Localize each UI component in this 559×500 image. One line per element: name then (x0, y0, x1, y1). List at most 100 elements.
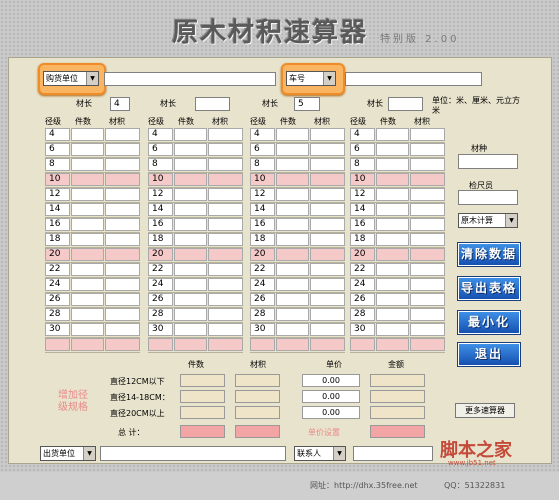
count-cell[interactable] (276, 143, 309, 156)
count-cell[interactable] (376, 308, 409, 321)
length-input-4[interactable] (388, 97, 423, 111)
truck-select[interactable]: 车号 ▼ (286, 71, 336, 86)
chevron-down-icon[interactable]: ▼ (86, 72, 98, 85)
diameter-cell[interactable]: 10 (250, 173, 275, 186)
more-calculators-button[interactable]: 更多速算器 (455, 403, 515, 418)
species-input[interactable] (458, 154, 518, 169)
volume-cell[interactable] (208, 233, 243, 246)
diameter-cell[interactable]: 8 (45, 158, 70, 171)
volume-cell[interactable] (105, 248, 140, 261)
diameter-cell[interactable]: 10 (45, 173, 70, 186)
minimize-button[interactable]: 最小化 (458, 311, 520, 334)
volume-cell[interactable] (310, 218, 345, 231)
chevron-down-icon[interactable]: ▼ (333, 447, 345, 460)
volume-cell[interactable] (310, 188, 345, 201)
volume-cell[interactable] (310, 158, 345, 171)
diameter-cell[interactable]: 22 (148, 263, 173, 276)
diameter-cell[interactable]: 14 (45, 203, 70, 216)
summary-price-1[interactable]: 0.00 (302, 374, 360, 387)
volume-cell[interactable] (410, 128, 445, 141)
count-cell[interactable] (174, 248, 207, 261)
volume-cell[interactable] (410, 263, 445, 276)
diameter-cell[interactable]: 14 (250, 203, 275, 216)
diameter-cell[interactable]: 8 (250, 158, 275, 171)
count-cell[interactable] (276, 248, 309, 261)
count-cell[interactable] (71, 128, 104, 141)
diameter-cell[interactable]: 12 (45, 188, 70, 201)
volume-cell[interactable] (310, 278, 345, 291)
chevron-down-icon[interactable]: ▼ (323, 72, 335, 85)
count-cell[interactable] (71, 173, 104, 186)
add-spec-link[interactable]: 增加径级规格 (58, 390, 90, 414)
diameter-cell[interactable]: 26 (45, 293, 70, 306)
volume-cell[interactable] (208, 263, 243, 276)
truck-input[interactable] (345, 72, 482, 86)
price-setting-link[interactable]: 单价设置 (308, 427, 340, 438)
diameter-cell[interactable]: 16 (148, 218, 173, 231)
diameter-cell[interactable]: 18 (148, 233, 173, 246)
diameter-cell[interactable]: 4 (148, 128, 173, 141)
volume-cell[interactable] (208, 203, 243, 216)
volume-cell[interactable] (208, 308, 243, 321)
volume-cell[interactable] (310, 143, 345, 156)
diameter-cell[interactable] (45, 338, 70, 351)
volume-cell[interactable] (410, 218, 445, 231)
volume-cell[interactable] (105, 143, 140, 156)
volume-cell[interactable] (410, 248, 445, 261)
count-cell[interactable] (376, 203, 409, 216)
volume-cell[interactable] (208, 173, 243, 186)
volume-cell[interactable] (105, 158, 140, 171)
count-cell[interactable] (71, 233, 104, 246)
volume-cell[interactable] (410, 293, 445, 306)
calc-mode-select[interactable]: 原木计算 ▼ (458, 213, 518, 228)
volume-cell[interactable] (105, 233, 140, 246)
count-cell[interactable] (71, 203, 104, 216)
count-cell[interactable] (71, 323, 104, 336)
diameter-cell[interactable]: 6 (148, 143, 173, 156)
count-cell[interactable] (376, 188, 409, 201)
diameter-cell[interactable]: 4 (250, 128, 275, 141)
count-cell[interactable] (174, 233, 207, 246)
volume-cell[interactable] (410, 158, 445, 171)
count-cell[interactable] (174, 158, 207, 171)
volume-cell[interactable] (208, 128, 243, 141)
count-cell[interactable] (174, 128, 207, 141)
diameter-cell[interactable]: 4 (45, 128, 70, 141)
diameter-cell[interactable]: 30 (250, 323, 275, 336)
buyer-input[interactable] (104, 72, 276, 86)
diameter-cell[interactable]: 28 (148, 308, 173, 321)
diameter-cell[interactable]: 6 (45, 143, 70, 156)
volume-cell[interactable] (410, 143, 445, 156)
count-cell[interactable] (276, 308, 309, 321)
volume-cell[interactable] (105, 308, 140, 321)
diameter-cell[interactable]: 4 (350, 128, 375, 141)
count-cell[interactable] (276, 278, 309, 291)
diameter-cell[interactable]: 12 (350, 188, 375, 201)
contact-select[interactable]: 联系人 ▼ (294, 446, 346, 461)
volume-cell[interactable] (310, 308, 345, 321)
volume-cell[interactable] (208, 278, 243, 291)
volume-cell[interactable] (310, 293, 345, 306)
volume-cell[interactable] (310, 338, 345, 351)
volume-cell[interactable] (208, 323, 243, 336)
count-cell[interactable] (376, 173, 409, 186)
volume-cell[interactable] (310, 173, 345, 186)
volume-cell[interactable] (208, 248, 243, 261)
count-cell[interactable] (376, 233, 409, 246)
count-cell[interactable] (276, 323, 309, 336)
volume-cell[interactable] (310, 263, 345, 276)
diameter-cell[interactable]: 18 (350, 233, 375, 246)
chevron-down-icon[interactable]: ▼ (505, 214, 517, 227)
diameter-cell[interactable]: 30 (350, 323, 375, 336)
clear-data-button[interactable]: 清除数据 (458, 243, 520, 266)
diameter-cell[interactable]: 6 (350, 143, 375, 156)
count-cell[interactable] (376, 278, 409, 291)
count-cell[interactable] (174, 218, 207, 231)
count-cell[interactable] (174, 173, 207, 186)
volume-cell[interactable] (410, 338, 445, 351)
length-input-2[interactable] (195, 97, 230, 111)
volume-cell[interactable] (410, 188, 445, 201)
volume-cell[interactable] (410, 233, 445, 246)
count-cell[interactable] (71, 158, 104, 171)
count-cell[interactable] (174, 278, 207, 291)
